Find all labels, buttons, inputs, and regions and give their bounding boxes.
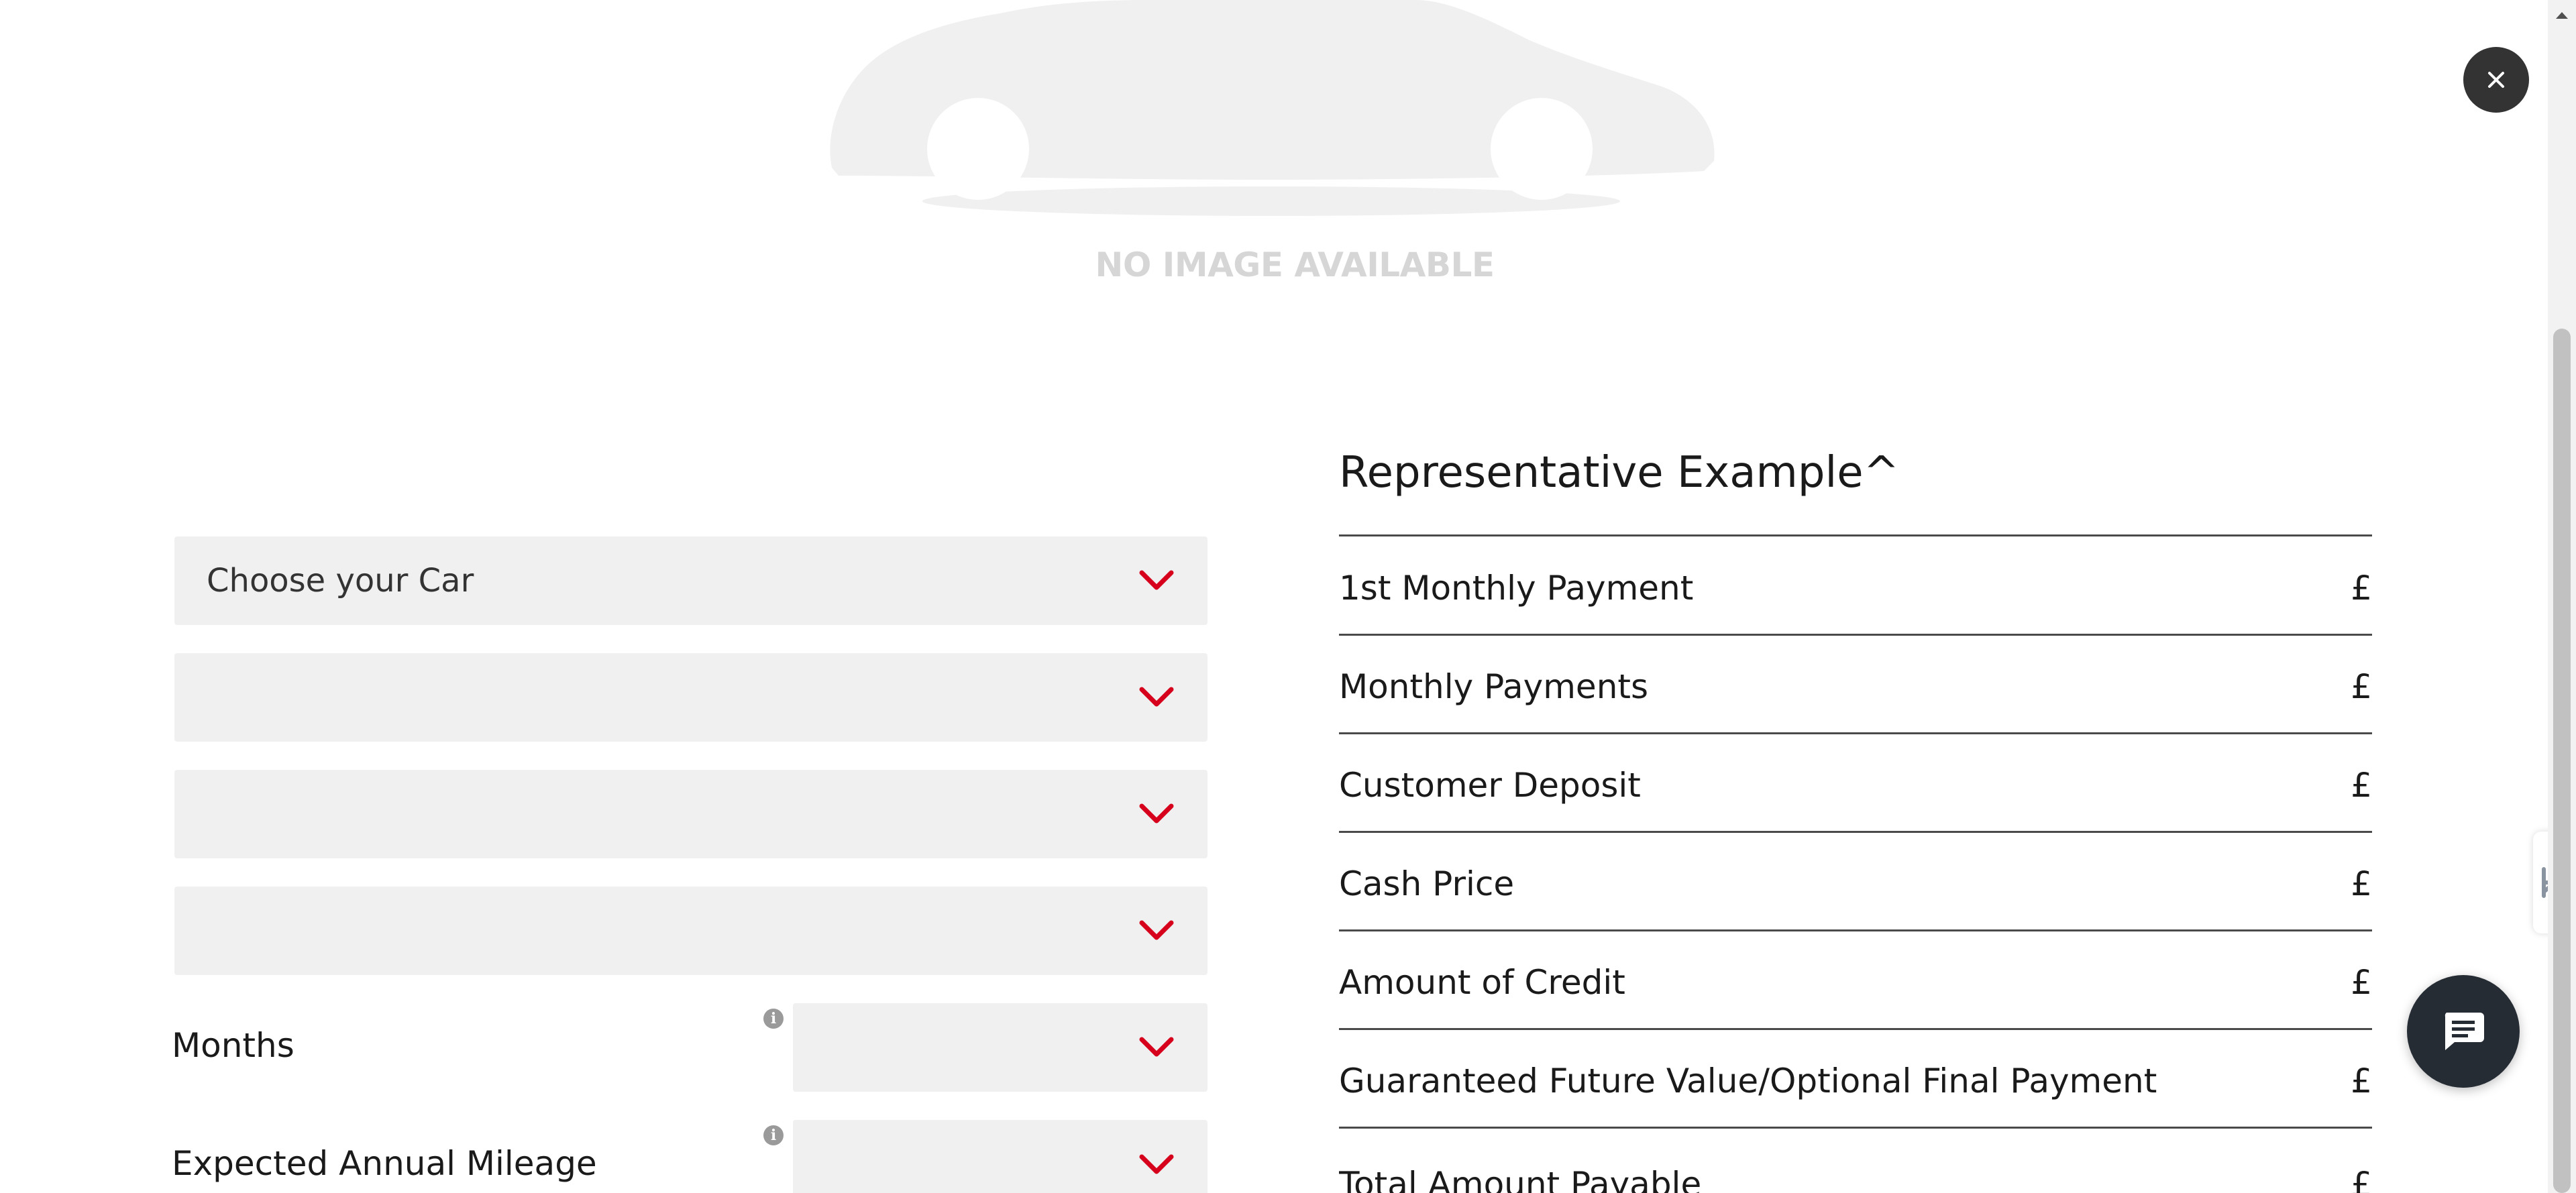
monthly-payments-value: £ bbox=[2351, 667, 2372, 706]
amount-of-credit-label: Amount of Credit bbox=[1339, 963, 1625, 1002]
table-row: Customer Deposit £ bbox=[1339, 736, 2372, 834]
close-button[interactable] bbox=[2463, 47, 2529, 113]
first-monthly-payment-value: £ bbox=[2351, 569, 2372, 608]
chevron-down-icon bbox=[1139, 570, 1174, 590]
divider bbox=[1339, 929, 2372, 931]
divider bbox=[1339, 1028, 2372, 1030]
variant-select[interactable] bbox=[174, 770, 1208, 858]
scroll-up-arrow-icon[interactable] bbox=[2552, 5, 2572, 25]
guaranteed-future-value-label: Guaranteed Future Value/Optional Final P… bbox=[1339, 1062, 2157, 1100]
mileage-select[interactable] bbox=[793, 1120, 1208, 1193]
months-select[interactable] bbox=[793, 1003, 1208, 1092]
table-row: Guaranteed Future Value/Optional Final P… bbox=[1339, 1032, 2372, 1130]
divider bbox=[1339, 1127, 2372, 1129]
chevron-down-icon bbox=[1139, 1154, 1174, 1174]
total-amount-payable-value: £ bbox=[2351, 1165, 2372, 1193]
close-icon bbox=[2488, 72, 2504, 88]
chevron-down-icon bbox=[1139, 803, 1174, 823]
guaranteed-future-value-value: £ bbox=[2351, 1062, 2372, 1100]
info-icon[interactable]: i bbox=[763, 1125, 784, 1145]
total-amount-payable-label: Total Amount Payable bbox=[1339, 1165, 1702, 1193]
choose-car-select[interactable]: Choose your Car bbox=[174, 536, 1208, 625]
customer-deposit-value: £ bbox=[2351, 766, 2372, 805]
table-row: Total Amount Payable £ bbox=[1339, 1132, 2372, 1193]
chevron-down-icon bbox=[1139, 687, 1174, 707]
divider bbox=[1339, 732, 2372, 734]
customer-deposit-label: Customer Deposit bbox=[1339, 766, 1641, 805]
model-select[interactable] bbox=[174, 653, 1208, 742]
divider bbox=[1339, 534, 2372, 536]
scrollbar-thumb[interactable] bbox=[2553, 329, 2571, 1193]
chat-bubble-icon bbox=[2445, 1013, 2484, 1050]
table-row: Monthly Payments £ bbox=[1339, 638, 2372, 736]
table-row: Amount of Credit £ bbox=[1339, 933, 2372, 1031]
mileage-label: Expected Annual Mileage bbox=[172, 1144, 597, 1183]
choose-car-label: Choose your Car bbox=[207, 562, 474, 600]
monthly-payments-label: Monthly Payments bbox=[1339, 667, 1649, 706]
finance-type-select[interactable] bbox=[174, 887, 1208, 975]
months-label: Months bbox=[172, 1026, 294, 1065]
divider bbox=[1339, 634, 2372, 636]
divider bbox=[1339, 831, 2372, 833]
no-image-text: NO IMAGE AVAILABLE bbox=[1095, 245, 1495, 284]
chevron-down-icon bbox=[1139, 1037, 1174, 1057]
chevron-down-icon bbox=[1139, 920, 1174, 940]
first-monthly-payment-label: 1st Monthly Payment bbox=[1339, 569, 1694, 608]
table-row: 1st Monthly Payment £ bbox=[1339, 539, 2372, 637]
table-row: Cash Price £ bbox=[1339, 835, 2372, 933]
car-placeholder-image bbox=[830, 0, 1715, 216]
amount-of-credit-value: £ bbox=[2351, 963, 2372, 1002]
info-icon[interactable]: i bbox=[763, 1009, 784, 1029]
cash-price-value: £ bbox=[2351, 864, 2372, 903]
cash-price-label: Cash Price bbox=[1339, 864, 1515, 903]
chat-button[interactable] bbox=[2407, 975, 2520, 1088]
representative-example-title: Representative Example^ bbox=[1339, 448, 1900, 498]
